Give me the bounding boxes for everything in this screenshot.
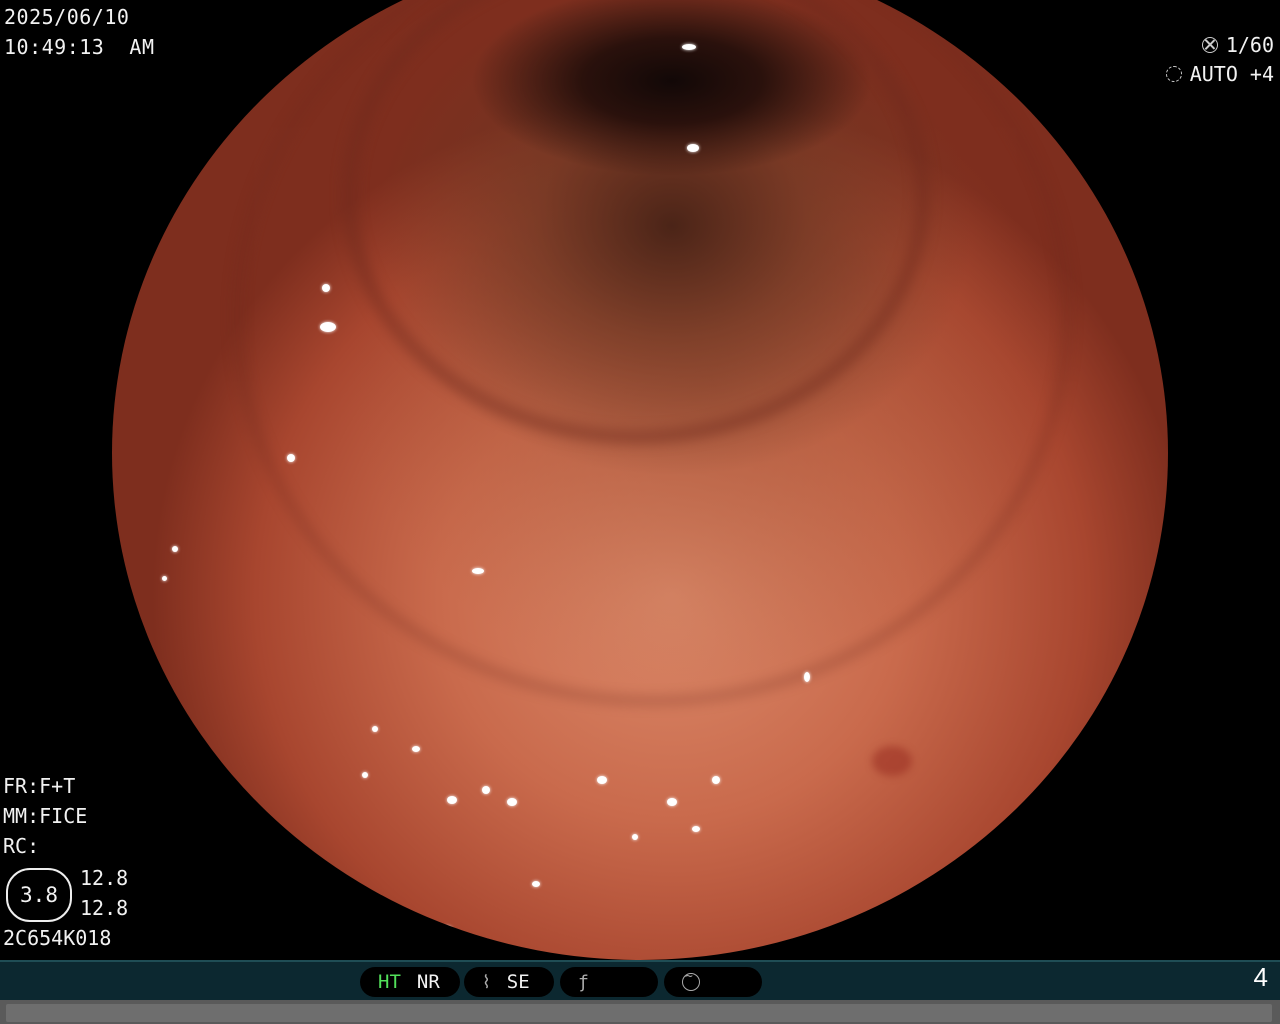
exposure-readout: AUTO +4 bbox=[1165, 62, 1274, 86]
endoscope-view bbox=[112, 0, 1168, 960]
glint bbox=[667, 798, 677, 806]
rc-setting: RC: bbox=[3, 834, 40, 858]
function-icon: ƒ bbox=[578, 971, 589, 993]
glint bbox=[162, 576, 167, 581]
glint bbox=[682, 44, 696, 50]
status-bar: HT NR ⌇ SE ƒ bbox=[0, 960, 1280, 1002]
glint bbox=[362, 772, 368, 778]
glint bbox=[597, 776, 607, 784]
fr-setting: FR:F+T bbox=[3, 774, 76, 798]
se-indicator[interactable]: SE bbox=[507, 971, 530, 993]
glint bbox=[172, 546, 178, 552]
function-pill[interactable]: ƒ bbox=[560, 967, 658, 997]
nr-indicator[interactable]: NR bbox=[417, 971, 440, 993]
glint bbox=[472, 568, 484, 574]
capture-time: 10:49:13 AM bbox=[4, 35, 155, 59]
glint bbox=[712, 776, 720, 784]
se-pill[interactable]: ⌇ SE bbox=[464, 967, 554, 997]
shutter-value: 1/60 bbox=[1225, 33, 1274, 57]
mucosa-spot bbox=[872, 746, 912, 776]
glint bbox=[322, 284, 330, 292]
gauge-value: 3.8 bbox=[20, 883, 58, 907]
aperture-icon bbox=[1165, 66, 1182, 82]
glint bbox=[447, 796, 457, 804]
glint bbox=[692, 826, 700, 832]
scope-icon: ⌇ bbox=[482, 971, 491, 993]
scope-serial: 2C654K018 bbox=[3, 926, 112, 950]
exposure-value: AUTO +4 bbox=[1189, 62, 1274, 86]
footer-bar bbox=[0, 1000, 1280, 1024]
ht-indicator[interactable]: HT bbox=[378, 971, 401, 993]
glint bbox=[482, 786, 490, 794]
glint bbox=[320, 322, 336, 332]
glint bbox=[632, 834, 638, 840]
capture-date: 2025/06/10 bbox=[4, 5, 130, 29]
shutter-icon bbox=[1201, 37, 1218, 53]
gauge-badge: 3.8 bbox=[6, 868, 72, 922]
shutter-readout: 1/60 bbox=[1201, 33, 1274, 57]
wave-circle-icon bbox=[682, 969, 700, 991]
wave-pill[interactable] bbox=[664, 967, 762, 997]
reading-2: 12.8 bbox=[80, 896, 129, 920]
reading-1: 12.8 bbox=[80, 866, 129, 890]
glint bbox=[687, 144, 699, 152]
page-number: 4 bbox=[1253, 962, 1268, 992]
glint bbox=[412, 746, 420, 752]
ht-nr-pill[interactable]: HT NR bbox=[360, 967, 460, 997]
glint bbox=[372, 726, 378, 732]
footer-track bbox=[6, 1004, 1272, 1022]
glint bbox=[442, 926, 452, 932]
glint bbox=[532, 881, 540, 887]
mucosa-fold bbox=[232, 0, 1072, 706]
glint bbox=[804, 672, 810, 682]
mm-setting: MM:FICE bbox=[3, 804, 88, 828]
glint bbox=[287, 454, 295, 462]
glint bbox=[507, 798, 517, 806]
